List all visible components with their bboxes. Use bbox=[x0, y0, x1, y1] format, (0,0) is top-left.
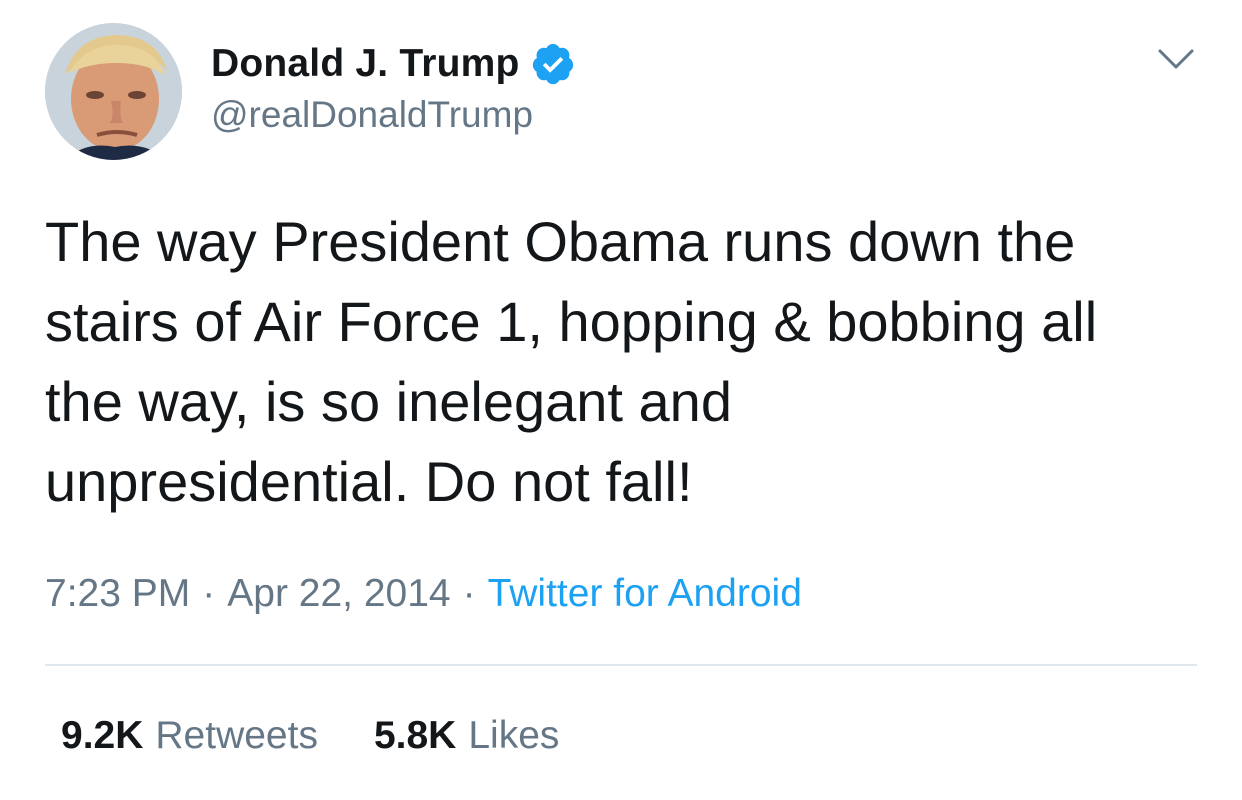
tweet-card: Donald J. Trump @realDonaldTrump The way… bbox=[0, 0, 1242, 800]
tweet-stats: 9.2K Retweets 5.8K Likes bbox=[61, 714, 559, 758]
display-name[interactable]: Donald J. Trump bbox=[211, 42, 520, 86]
chevron-down-icon bbox=[1158, 49, 1194, 69]
divider bbox=[45, 664, 1197, 666]
meta-separator: · bbox=[202, 572, 216, 615]
retweets-stat[interactable]: 9.2K Retweets bbox=[61, 714, 318, 758]
retweets-label: Retweets bbox=[155, 714, 318, 757]
tweet-text: The way President Obama runs down the st… bbox=[45, 210, 1098, 513]
source-link[interactable]: Twitter for Android bbox=[488, 572, 802, 616]
meta-separator: · bbox=[462, 572, 476, 615]
author-name-row: Donald J. Trump bbox=[211, 38, 576, 90]
tweet-date[interactable]: Apr 22, 2014 bbox=[227, 572, 450, 616]
likes-label: Likes bbox=[468, 714, 560, 757]
tweet-metadata: 7:23 PM · Apr 22, 2014 · Twitter for And… bbox=[45, 572, 802, 616]
retweets-count: 9.2K bbox=[61, 714, 144, 757]
tweet-time[interactable]: 7:23 PM bbox=[45, 572, 190, 616]
avatar-image bbox=[45, 23, 182, 160]
likes-stat[interactable]: 5.8K Likes bbox=[374, 714, 559, 758]
user-handle[interactable]: @realDonaldTrump bbox=[211, 94, 533, 136]
verified-badge-icon bbox=[530, 41, 576, 87]
likes-count: 5.8K bbox=[373, 714, 457, 757]
more-options-button[interactable] bbox=[1156, 41, 1196, 75]
avatar[interactable] bbox=[45, 23, 182, 160]
